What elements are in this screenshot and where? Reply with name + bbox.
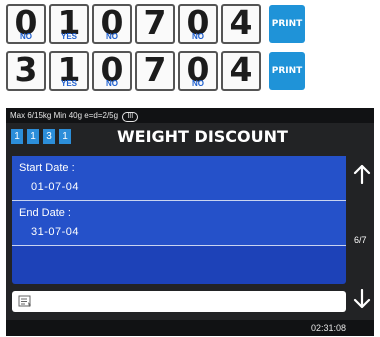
digit-key[interactable]: 3 (6, 51, 46, 91)
end-date-field[interactable]: End Date : 31-07-04 (12, 201, 346, 246)
scroll-up-button[interactable] (352, 163, 372, 185)
code-box: 1 (27, 129, 39, 144)
key-sub-label: YES (60, 32, 77, 41)
key-sub-label: NO (192, 79, 204, 88)
start-date-field[interactable]: Start Date : 01-07-04 (12, 156, 346, 201)
digit-key[interactable]: 1 YES (49, 51, 89, 91)
digit-key[interactable]: 0 NO (178, 51, 218, 91)
key-digit: 4 (229, 50, 253, 89)
key-sub-label: NO (106, 32, 118, 41)
form-panel: Start Date : 01-07-04 End Date : 31-07-0… (12, 156, 346, 284)
field-value: 31-07-04 (31, 226, 80, 238)
keypad-row-2: 3 1 YES 0 NO 7 0 NO 4 PRINT (6, 51, 305, 91)
key-sub-label: NO (106, 79, 118, 88)
spec-text: Max 6/15kg Min 40g e=d=2/5g (10, 111, 119, 120)
code-box: 1 (11, 129, 23, 144)
arrow-up-icon (353, 164, 371, 184)
spec-header: Max 6/15kg Min 40g e=d=2/5g III (6, 108, 374, 123)
keypad-row-1: 0 NO 1 YES 0 NO 7 0 NO 4 PRINT (6, 4, 305, 44)
key-sub-label: YES (60, 79, 77, 88)
scale-screen: Max 6/15kg Min 40g e=d=2/5g III 1 1 3 1 … (6, 108, 374, 336)
digit-key[interactable]: 7 (135, 4, 175, 44)
field-label: Start Date : (19, 162, 75, 174)
code-box: 1 (59, 129, 71, 144)
digit-key[interactable]: 0 NO (92, 4, 132, 44)
field-value: 01-07-04 (31, 181, 80, 193)
digit-key[interactable]: 0 NO (92, 51, 132, 91)
print-button[interactable]: PRINT (269, 5, 305, 43)
digit-key[interactable]: 0 NO (178, 4, 218, 44)
key-digit: 7 (143, 3, 167, 42)
digit-key[interactable]: 4 (221, 51, 261, 91)
page-title: WEIGHT DISCOUNT (117, 127, 288, 146)
note-icon (18, 295, 32, 313)
page-indicator: 6/7 (354, 235, 367, 245)
status-bar: 02:31:08 (6, 320, 374, 336)
field-label: End Date : (19, 207, 71, 219)
accuracy-class-badge: III (122, 112, 139, 122)
scroll-down-button[interactable] (352, 288, 372, 310)
key-digit: 4 (229, 3, 253, 42)
key-sub-label: NO (20, 32, 32, 41)
clock: 02:31:08 (310, 323, 346, 333)
arrow-down-icon (353, 289, 371, 309)
digit-key[interactable]: 1 YES (49, 4, 89, 44)
key-sub-label: NO (192, 32, 204, 41)
code-box: 3 (43, 129, 55, 144)
digit-key[interactable]: 7 (135, 51, 175, 91)
text-input-field[interactable] (12, 291, 346, 312)
print-button[interactable]: PRINT (269, 52, 305, 90)
spec-text-wrap: Max 6/15kg Min 40g e=d=2/5g III (10, 108, 139, 123)
digit-key[interactable]: 4 (221, 4, 261, 44)
key-digit: 7 (143, 50, 167, 89)
digit-key[interactable]: 0 NO (6, 4, 46, 44)
key-digit: 3 (14, 50, 38, 89)
